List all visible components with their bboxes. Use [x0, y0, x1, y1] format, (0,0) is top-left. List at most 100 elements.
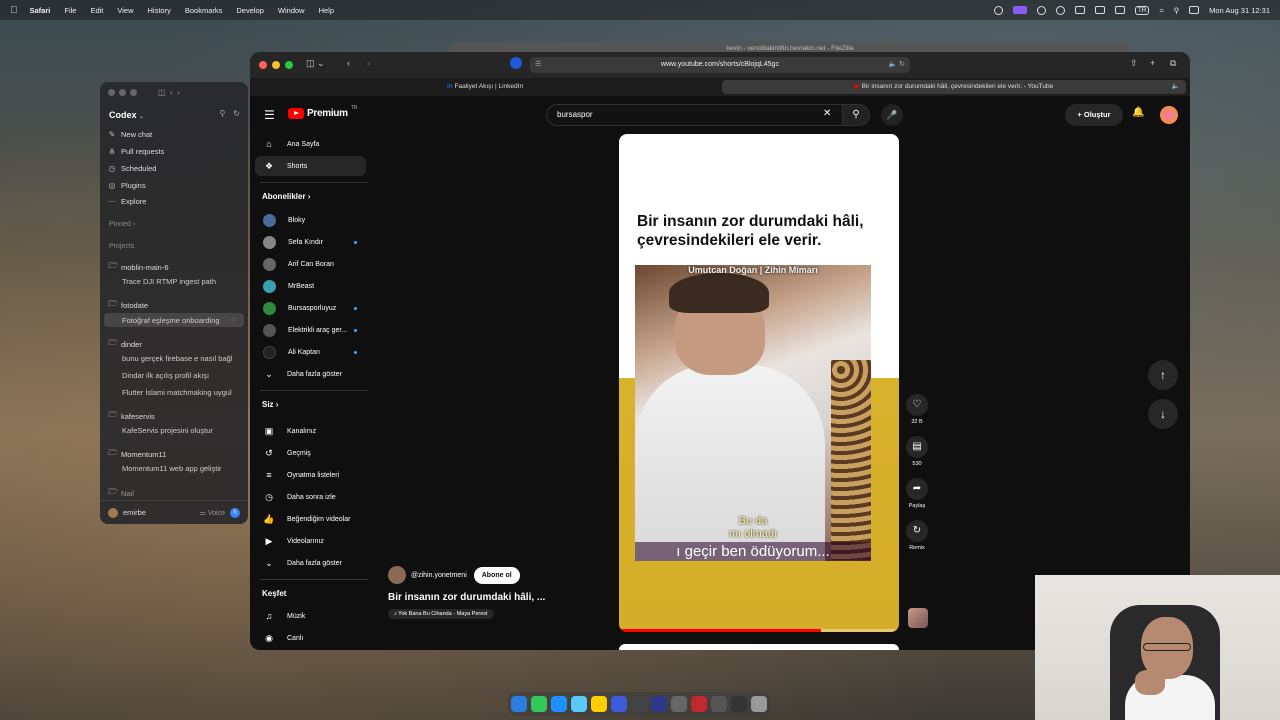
sidebar-item-channel[interactable]: Bursasporluyuz [255, 298, 366, 318]
thread-item-active[interactable]: Fotoğraf eşleşme onboarding [122, 316, 220, 325]
extension-icon[interactable] [510, 57, 522, 69]
safari-icon[interactable] [551, 696, 567, 712]
nav-plugins[interactable]: ◎ Plugins [108, 181, 146, 190]
create-button[interactable]: + Oluştur [1065, 104, 1123, 126]
thread-item[interactable]: Dindar ilk açılış profil akışı [122, 371, 209, 380]
status-icon[interactable] [993, 5, 1003, 15]
sidebar-item-channel[interactable]: Ali Kaptan [255, 342, 366, 362]
menu-history[interactable]: History [148, 6, 171, 15]
show-more-button[interactable]: ⌄ Daha fazla göster [255, 553, 366, 573]
sidebar-toggle-icon[interactable]: ◫ ⌄ [306, 58, 325, 69]
notes-icon[interactable] [591, 696, 607, 712]
app-icon[interactable] [711, 696, 727, 712]
zoom-dot[interactable] [130, 89, 137, 96]
sidebar-item-shorts[interactable]: ❖ Shorts [255, 156, 366, 176]
close-dot[interactable] [108, 89, 115, 96]
status-icon[interactable] [1074, 6, 1085, 14]
menu-file[interactable]: File [64, 6, 76, 15]
mail-icon[interactable] [571, 696, 587, 712]
menu-help[interactable]: Help [319, 6, 334, 15]
menu-view[interactable]: View [117, 6, 133, 15]
share-button[interactable]: ➦ Paylaş [905, 478, 929, 509]
search-icon[interactable]: ⚲ [219, 109, 225, 118]
shorts-player[interactable]: Bir insanın zor durumdaki hâli, çevresin… [619, 134, 899, 632]
project-folder[interactable]: 🗁 dinder [108, 337, 142, 351]
status-icon[interactable] [1036, 5, 1046, 15]
address-bar[interactable]: ☰ www.youtube.com/shorts/cBlojqL45gc 🔈 ↻ [530, 57, 910, 73]
app-icon[interactable] [651, 696, 667, 712]
apple-icon[interactable]:  [10, 5, 18, 16]
search-icon[interactable]: ⚲ [1174, 6, 1180, 15]
codex-title[interactable]: Codex ⌄ [109, 110, 144, 120]
like-button[interactable]: ♡ 32 B [905, 394, 929, 425]
codex-nav-arrows[interactable]: ◫ ‹ › [158, 88, 180, 97]
channel-avatar[interactable] [388, 566, 406, 584]
project-folder[interactable]: 🗁 kafeservis [108, 409, 155, 423]
sidebar-item-your-videos[interactable]: ▶ Videolarınız [255, 531, 366, 551]
clear-search-icon[interactable]: ✕ [823, 108, 831, 119]
sidebar-item-channel[interactable]: Arif Can Boran [255, 254, 366, 274]
finder-icon[interactable] [511, 696, 527, 712]
thread-item[interactable]: Trace DJI RTMP ingest path [122, 277, 216, 286]
search-input[interactable]: bursaspor [546, 104, 846, 126]
sidebar-item-playlists[interactable]: ≡ Oynatma listeleri [255, 465, 366, 485]
previous-short-button[interactable]: ↑ [1148, 360, 1178, 390]
forward-icon[interactable]: › [367, 58, 370, 68]
screen-recording-icon[interactable] [1012, 6, 1027, 14]
trash-icon[interactable] [751, 696, 767, 712]
notifications-icon[interactable]: 🔔 [1132, 107, 1144, 118]
filezilla-icon[interactable] [691, 696, 707, 712]
sidebar-item-music[interactable]: ♫ Müzik [255, 606, 366, 626]
next-short-button[interactable]: ↓ [1148, 399, 1178, 429]
nav-explore[interactable]: ··· Explore [108, 197, 146, 206]
remix-button[interactable]: ↻ Remix [905, 520, 929, 551]
nav-scheduled[interactable]: ◷ Scheduled [108, 164, 157, 173]
page-settings-icon[interactable]: ☰ [535, 57, 541, 73]
project-folder[interactable]: 🗁 Momentum11 [108, 447, 166, 461]
progress-bar[interactable] [619, 629, 899, 632]
sidebar-item-live[interactable]: ◉ Canlı [255, 628, 366, 648]
volume-icon[interactable] [1094, 6, 1105, 14]
new-tab-icon[interactable]: + [1150, 58, 1155, 68]
next-short-preview[interactable] [619, 644, 899, 650]
subscribe-button[interactable]: Abone ol [473, 566, 520, 584]
sidebar-item-home[interactable]: ⌂ Ana Sayfa [255, 134, 366, 154]
project-folder[interactable]: 🗁 Nail [108, 486, 134, 500]
app-icon[interactable] [611, 696, 627, 712]
pinned-section[interactable]: Pinned › [109, 221, 135, 228]
minimize-dot[interactable] [272, 61, 280, 69]
app-icon[interactable] [671, 696, 687, 712]
you-header[interactable]: Siz › [262, 400, 278, 409]
sidebar-item-channel[interactable]: Sefa Kındır [255, 232, 366, 252]
menu-develop[interactable]: Develop [236, 6, 264, 15]
minimize-dot[interactable] [119, 89, 126, 96]
notification-badge[interactable]: 6 [230, 507, 240, 518]
sidebar-item-your-channel[interactable]: ▣ Kanalınız [255, 421, 366, 441]
tab-overview-icon[interactable]: ⧉ [1170, 58, 1176, 69]
search-button[interactable]: ⚲ [842, 104, 870, 126]
back-icon[interactable]: ‹ [347, 58, 350, 68]
nav-new-chat[interactable]: ✎ New chat [108, 130, 153, 139]
youtube-logo[interactable]: Premium TR [288, 105, 357, 119]
menubar-clock[interactable]: Mon Aug 31 12:31 [1209, 6, 1270, 15]
control-center-icon[interactable] [1189, 6, 1200, 14]
sidebar-item-liked[interactable]: 👍 Beğendiğim videolar [255, 509, 366, 529]
tab-youtube[interactable]: ▶ Bir insanın zor durumdaki hâli, çevres… [722, 80, 1186, 94]
close-dot[interactable] [259, 61, 267, 69]
tab-linkedin[interactable]: in Faaliyet Akışı | LinkedIn [250, 80, 720, 94]
sidebar-item-channel[interactable]: Bloky [255, 210, 366, 230]
messages-icon[interactable] [531, 696, 547, 712]
avatar[interactable] [1160, 106, 1178, 124]
menu-icon[interactable]: ☰ [264, 108, 275, 122]
sound-thumbnail[interactable] [908, 608, 928, 628]
nav-pull-requests[interactable]: ⋔ Pull requests [108, 147, 165, 156]
zoom-dot[interactable] [285, 61, 293, 69]
avatar[interactable] [108, 507, 118, 518]
refresh-icon[interactable]: ↻ [233, 109, 240, 118]
app-icon[interactable] [631, 696, 647, 712]
input-language[interactable]: TR [1134, 5, 1150, 15]
sidebar-item-watch-later[interactable]: ◷ Daha sonra izle [255, 487, 366, 507]
sidebar-item-channel[interactable]: Elektrikli araç ger... [255, 320, 366, 340]
terminal-icon[interactable] [731, 696, 747, 712]
thread-item[interactable]: Flutter İslami matchmaking uygul [122, 388, 232, 397]
